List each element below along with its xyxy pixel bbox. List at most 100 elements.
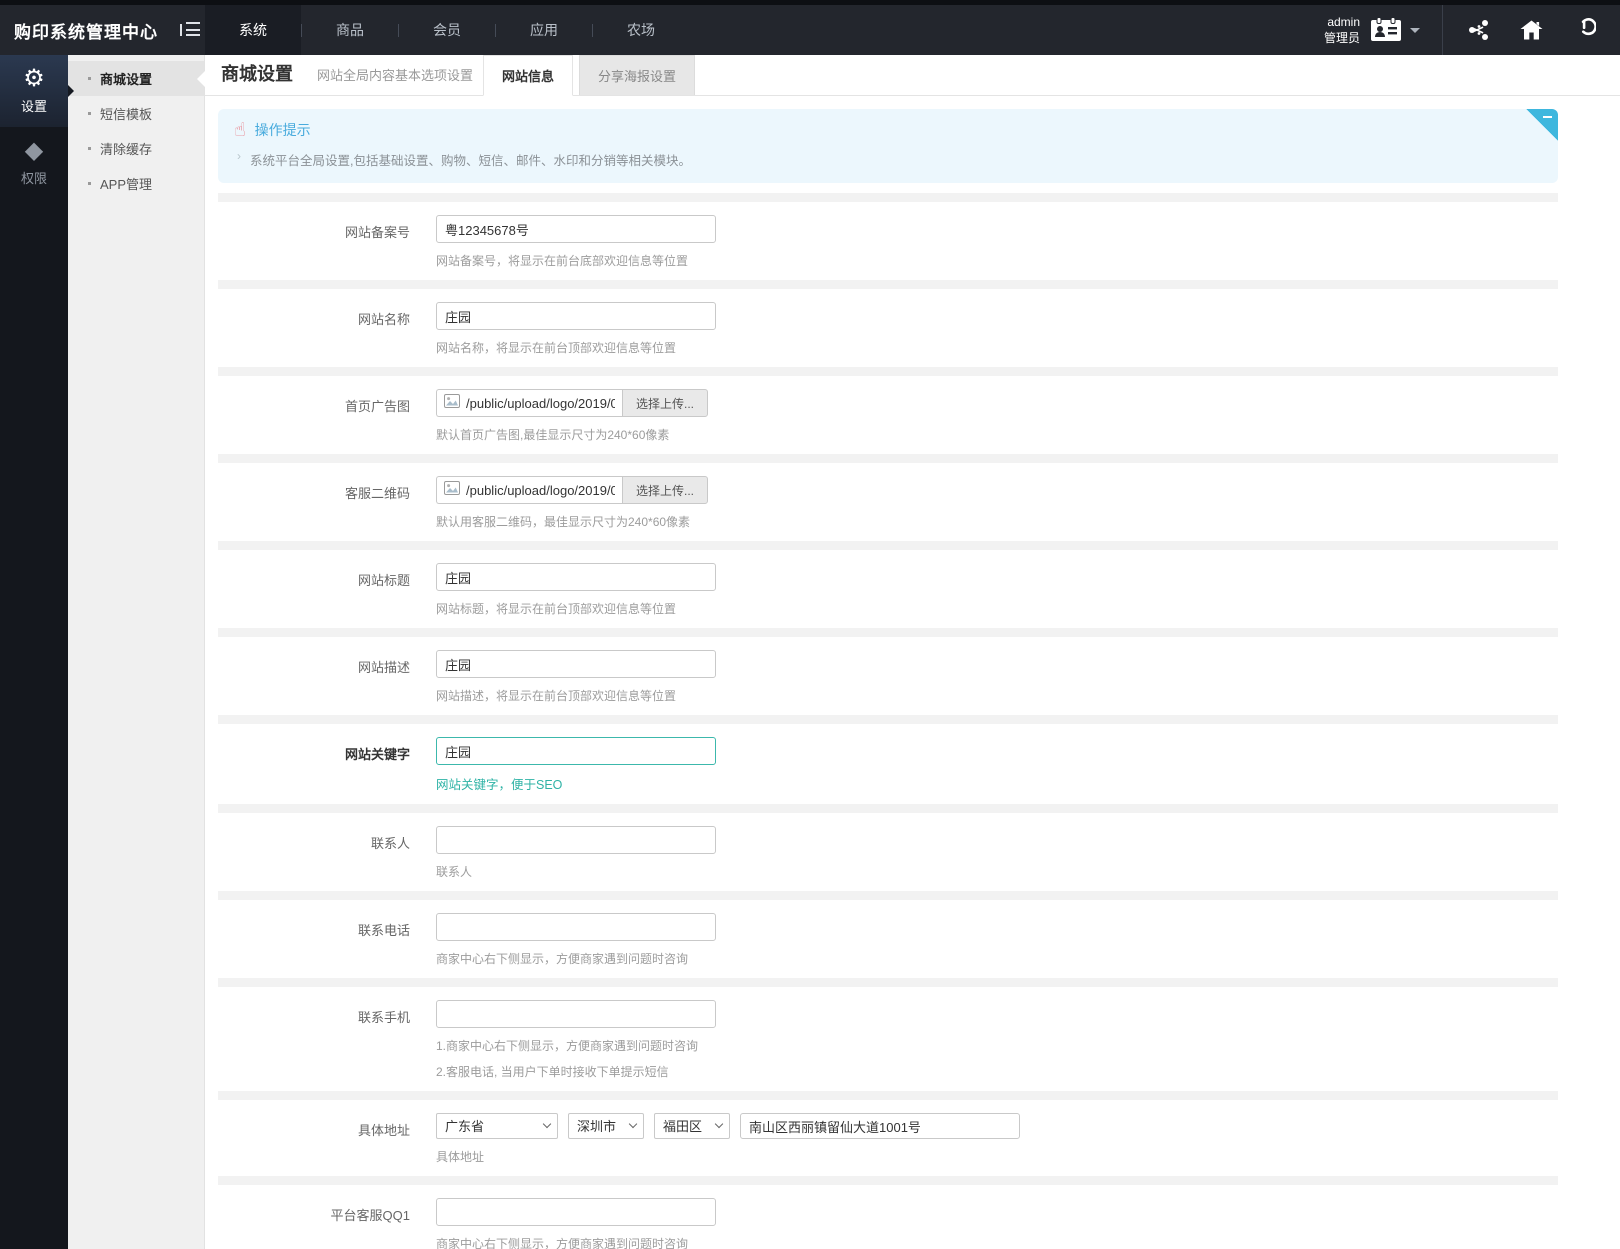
image-icon — [444, 393, 460, 413]
sidebar-label-app-manage: APP管理 — [100, 177, 153, 192]
home-icon[interactable] — [1519, 18, 1544, 42]
hand-pointer-icon: ☝ — [234, 119, 246, 141]
nav-item-member[interactable]: 会员 — [399, 5, 495, 55]
address-control: 广东省深圳市福田区具体地址 — [436, 1113, 1020, 1165]
nav-item-system[interactable]: 系统 — [205, 5, 301, 55]
notice-title-row: ☝ 操作提示 — [234, 120, 1542, 140]
sidebar-item-clear-cache[interactable]: 清除缓存 — [68, 131, 204, 166]
contact-person-hint: 联系人 — [436, 865, 473, 879]
district-select[interactable]: 福田区 — [654, 1113, 730, 1139]
rail-item-permissions[interactable]: ◆ 权限 — [0, 127, 68, 199]
home-banner-path-field[interactable]: /public/upload/logo/2019/0 — [436, 389, 622, 417]
contact-mobile-hint: 1.商家中心右下侧显示，方便商家遇到问题时咨询 — [436, 1039, 699, 1053]
rail-item-settings[interactable]: ⚙ 设置 — [0, 55, 68, 127]
site-name-label: 网站名称 — [357, 312, 410, 327]
service-qq1-input-wrap — [436, 1198, 716, 1226]
address-controls: 广东省 深圳市 福田区 — [436, 1113, 1020, 1139]
row-divider — [218, 978, 1558, 987]
site-title-input[interactable] — [436, 563, 716, 591]
form-row-site-keywords: 网站关键字网站关键字，便于SEO — [218, 724, 1558, 804]
image-icon — [444, 480, 460, 500]
id-card-icon[interactable] — [1370, 17, 1402, 43]
form-row-service-qq1: 平台客服QQ1 商家中心右下侧显示，方便商家遇到问题时咨询 — [218, 1185, 1558, 1249]
contact-phone-control: 商家中心右下侧显示，方便商家遇到问题时咨询 — [436, 913, 716, 967]
icp-number-control: 网站备案号，将显示在前台底部欢迎信息等位置 — [436, 215, 716, 269]
site-title-hint: 网站标题，将显示在前台顶部欢迎信息等位置 — [436, 602, 677, 616]
service-qrcode-control: /public/upload/logo/2019/0 选择上传... 默认用客服二维… — [436, 476, 709, 530]
notice-collapse-button[interactable] — [1526, 109, 1558, 141]
home-banner-upload-button[interactable]: 选择上传... — [622, 389, 709, 417]
contact-mobile-label: 联系手机 — [357, 1010, 410, 1025]
icp-number-input-wrap — [436, 215, 716, 243]
service-qq1-hint: 商家中心右下侧显示，方便商家遇到问题时咨询 — [436, 1237, 689, 1249]
contact-person-input[interactable] — [436, 826, 716, 854]
form-row-address: 具体地址 广东省深圳市福田区具体地址 — [218, 1100, 1558, 1176]
tab-share-poster[interactable]: 分享海报设置 — [579, 55, 696, 95]
form-row-icp-number: 网站备案号网站备案号，将显示在前台底部欢迎信息等位置 — [218, 202, 1558, 280]
nav-item-farm[interactable]: 农场 — [593, 5, 689, 55]
row-divider — [218, 193, 1558, 202]
nav-item-application[interactable]: 应用 — [496, 5, 592, 55]
user-caret-down-icon[interactable] — [1410, 27, 1420, 33]
form-row-service-qrcode: 客服二维码/public/upload/logo/2019/0 选择上传... 默认… — [218, 463, 1558, 541]
service-qq1-control: 商家中心右下侧显示，方便商家遇到问题时咨询 — [436, 1198, 716, 1249]
menu-toggle-icon[interactable] — [180, 22, 200, 38]
site-keywords-label: 网站关键字 — [344, 747, 410, 762]
bullet-dot-icon — [88, 77, 91, 80]
user-info: admin 管理员 — [1324, 14, 1360, 46]
province-select[interactable]: 广东省 — [436, 1113, 558, 1139]
icp-number-input[interactable] — [436, 215, 716, 243]
contact-mobile-input-wrap — [436, 1000, 716, 1028]
site-name-input[interactable] — [436, 302, 716, 330]
service-qq1-input[interactable] — [436, 1198, 716, 1226]
site-description-input[interactable] — [436, 650, 716, 678]
page-title: 商城设置 — [221, 64, 293, 84]
site-description-input-wrap — [436, 650, 716, 678]
site-name-input-wrap — [436, 302, 716, 330]
site-description-control: 网站描述，将显示在前台顶部欢迎信息等位置 — [436, 650, 716, 704]
home-banner-control: /public/upload/logo/2019/0 选择上传... 默认首页广告图… — [436, 389, 709, 443]
row-divider — [218, 1176, 1558, 1185]
service-qrcode-path-field[interactable]: /public/upload/logo/2019/0 — [436, 476, 622, 504]
contact-phone-input[interactable] — [436, 913, 716, 941]
home-banner-label: 首页广告图 — [344, 399, 410, 414]
secondary-sidebar: 商城设置短信模板清除缓存 APP管理 — [68, 55, 205, 1249]
sidebar-item-mall-settings[interactable]: 商城设置 — [68, 61, 204, 96]
contact-mobile-hint: 2.客服电话, 当用户下单时接收下单提示短信 — [436, 1065, 669, 1079]
address-detail-input[interactable] — [740, 1113, 1020, 1139]
service-qrcode-upload-button[interactable]: 选择上传... — [622, 476, 709, 504]
service-qrcode-hint: 默认用客服二维码，最佳显示尺寸为240*60像素 — [436, 515, 691, 529]
sidebar-label-mall-settings: 商城设置 — [100, 72, 153, 87]
sidebar-item-sms-template[interactable]: 短信模板 — [68, 96, 204, 131]
service-qrcode-upload: /public/upload/logo/2019/0 选择上传... — [436, 476, 709, 504]
app-title: 购印系统管理中心 — [14, 22, 158, 42]
address-label: 具体地址 — [357, 1123, 410, 1138]
site-keywords-hint: 网站关键字，便于SEO — [436, 778, 563, 792]
form-row-contact-phone: 联系电话 商家中心右下侧显示，方便商家遇到问题时咨询 — [218, 900, 1558, 978]
city-select[interactable]: 深圳市 — [568, 1113, 644, 1139]
service-qrcode-label: 客服二维码 — [344, 486, 410, 501]
tab-global-options[interactable]: 网站全局内容基本选项设置 — [307, 55, 483, 95]
contact-phone-input-wrap — [436, 913, 716, 941]
power-icon[interactable] — [1572, 18, 1596, 42]
row-divider — [218, 804, 1558, 813]
nav-item-goods[interactable]: 商品 — [302, 5, 398, 55]
sidebar-label-clear-cache: 清除缓存 — [100, 142, 153, 157]
top-nav: 系统 商品 会员 应用 农场 — [205, 5, 689, 55]
form-row-site-title: 网站标题网站标题，将显示在前台顶部欢迎信息等位置 — [218, 550, 1558, 628]
district-select-wrap: 福田区 — [654, 1113, 730, 1139]
row-divider — [218, 891, 1558, 900]
app-root: 购印系统管理中心 系统 商品 会员 应用 农场 admin 管理员 ⚙ 设置 ◆… — [0, 0, 1620, 1249]
contact-phone-hint: 商家中心右下侧显示，方便商家遇到问题时咨询 — [436, 952, 689, 966]
form-row-contact-person: 联系人 联系人 — [218, 813, 1558, 891]
notice-body: 系统平台全局设置,包括基础设置、购物、短信、邮件、水印和分销等相关模块。 — [234, 149, 1542, 169]
contact-mobile-input[interactable] — [436, 1000, 716, 1028]
share-nodes-icon[interactable] — [1467, 18, 1491, 42]
tab-site-info[interactable]: 网站信息 — [483, 55, 574, 96]
sidebar-item-app-manage[interactable]: APP管理 — [68, 166, 204, 201]
site-keywords-input[interactable] — [436, 737, 716, 765]
user-name: admin — [1327, 14, 1360, 29]
body-row: ⚙ 设置 ◆ 权限 商城设置 短信模板 清除缓存 APP管理 商城设置 网站全局内容基本选项… — [0, 55, 1620, 1249]
primary-sidebar: ⚙ 设置 ◆ 权限 — [0, 55, 68, 1249]
top-right-area: admin 管理员 — [1324, 5, 1620, 55]
